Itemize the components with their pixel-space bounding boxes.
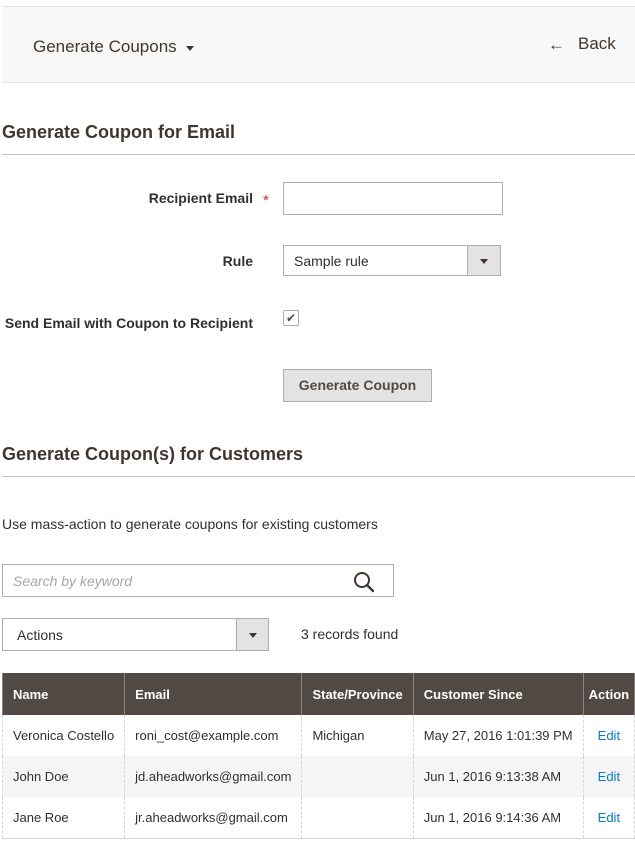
generate-coupons-switcher[interactable]: Generate Coupons bbox=[33, 37, 194, 57]
table-row[interactable]: Jane Roe jr.aheadworks@gmail.com Jun 1, … bbox=[1, 797, 635, 839]
column-header-action: Action bbox=[582, 673, 635, 715]
back-button[interactable]: ← Back bbox=[548, 34, 616, 54]
column-header-customer-since[interactable]: Customer Since bbox=[412, 673, 584, 715]
arrow-left-icon: ← bbox=[548, 34, 565, 54]
recipient-email-input[interactable] bbox=[283, 182, 503, 215]
search-input[interactable] bbox=[13, 571, 333, 591]
edit-link[interactable]: Edit bbox=[598, 810, 620, 825]
page-actions-bar: Generate Coupons ← Back bbox=[2, 6, 635, 83]
table-row[interactable]: Veronica Costello roni_cost@example.com … bbox=[1, 715, 635, 756]
section-divider bbox=[2, 476, 635, 477]
mass-actions-select[interactable]: Actions bbox=[2, 618, 269, 651]
cell-action: Edit bbox=[582, 756, 635, 797]
cell-state bbox=[301, 756, 414, 797]
column-header-state[interactable]: State/Province bbox=[301, 673, 414, 715]
customers-grid: Name Email State/Province Customer Since… bbox=[1, 673, 635, 839]
cell-email: roni_cost@example.com bbox=[124, 715, 303, 756]
cell-name: Veronica Costello bbox=[1, 715, 126, 756]
cell-email: jr.aheadworks@gmail.com bbox=[124, 797, 303, 839]
cell-customer-since: May 27, 2016 1:01:39 PM bbox=[412, 715, 584, 756]
rule-select-value: Sample rule bbox=[294, 253, 369, 269]
cell-action: Edit bbox=[582, 715, 635, 756]
rule-label: Rule bbox=[222, 253, 253, 269]
rule-select[interactable]: Sample rule bbox=[283, 245, 501, 276]
edit-link[interactable]: Edit bbox=[598, 769, 620, 784]
chevron-down-icon bbox=[480, 258, 488, 264]
cell-customer-since: Jun 1, 2016 9:14:36 AM bbox=[412, 797, 584, 839]
actions-select-toggle[interactable] bbox=[236, 619, 268, 650]
caret-down-icon bbox=[185, 45, 194, 51]
cell-state bbox=[301, 797, 414, 839]
cell-customer-since: Jun 1, 2016 9:13:38 AM bbox=[412, 756, 584, 797]
table-row[interactable]: John Doe jd.aheadworks@gmail.com Jun 1, … bbox=[1, 756, 635, 797]
back-label: Back bbox=[578, 34, 616, 53]
cell-action: Edit bbox=[582, 797, 635, 839]
cell-name: Jane Roe bbox=[1, 797, 126, 839]
cell-email: jd.aheadworks@gmail.com bbox=[124, 756, 303, 797]
records-count: 3 records found bbox=[301, 626, 399, 642]
mass-action-note: Use mass-action to generate coupons for … bbox=[2, 516, 378, 532]
actions-select-value: Actions bbox=[17, 627, 63, 643]
generate-coupon-button[interactable]: Generate Coupon bbox=[283, 369, 432, 402]
required-asterisk: * bbox=[263, 192, 269, 209]
rule-select-toggle[interactable] bbox=[467, 246, 500, 275]
send-email-checkbox[interactable]: ✔ bbox=[283, 310, 299, 326]
cell-state: Michigan bbox=[301, 715, 414, 756]
recipient-email-label: Recipient Email bbox=[148, 190, 253, 206]
column-header-email[interactable]: Email bbox=[124, 673, 303, 715]
search-icon[interactable] bbox=[353, 571, 375, 593]
customers-section-title: Generate Coupon(s) for Customers bbox=[2, 444, 304, 464]
chevron-down-icon bbox=[248, 632, 257, 638]
edit-link[interactable]: Edit bbox=[598, 728, 620, 743]
checkmark-icon: ✔ bbox=[285, 311, 297, 325]
cell-name: John Doe bbox=[1, 756, 126, 797]
email-section-title: Generate Coupon for Email bbox=[2, 122, 236, 142]
switcher-label: Generate Coupons bbox=[33, 37, 177, 56]
column-header-name[interactable]: Name bbox=[1, 673, 126, 715]
section-divider bbox=[2, 154, 635, 155]
send-email-label: Send Email with Coupon to Recipient bbox=[4, 315, 253, 331]
keyword-search bbox=[2, 564, 394, 597]
